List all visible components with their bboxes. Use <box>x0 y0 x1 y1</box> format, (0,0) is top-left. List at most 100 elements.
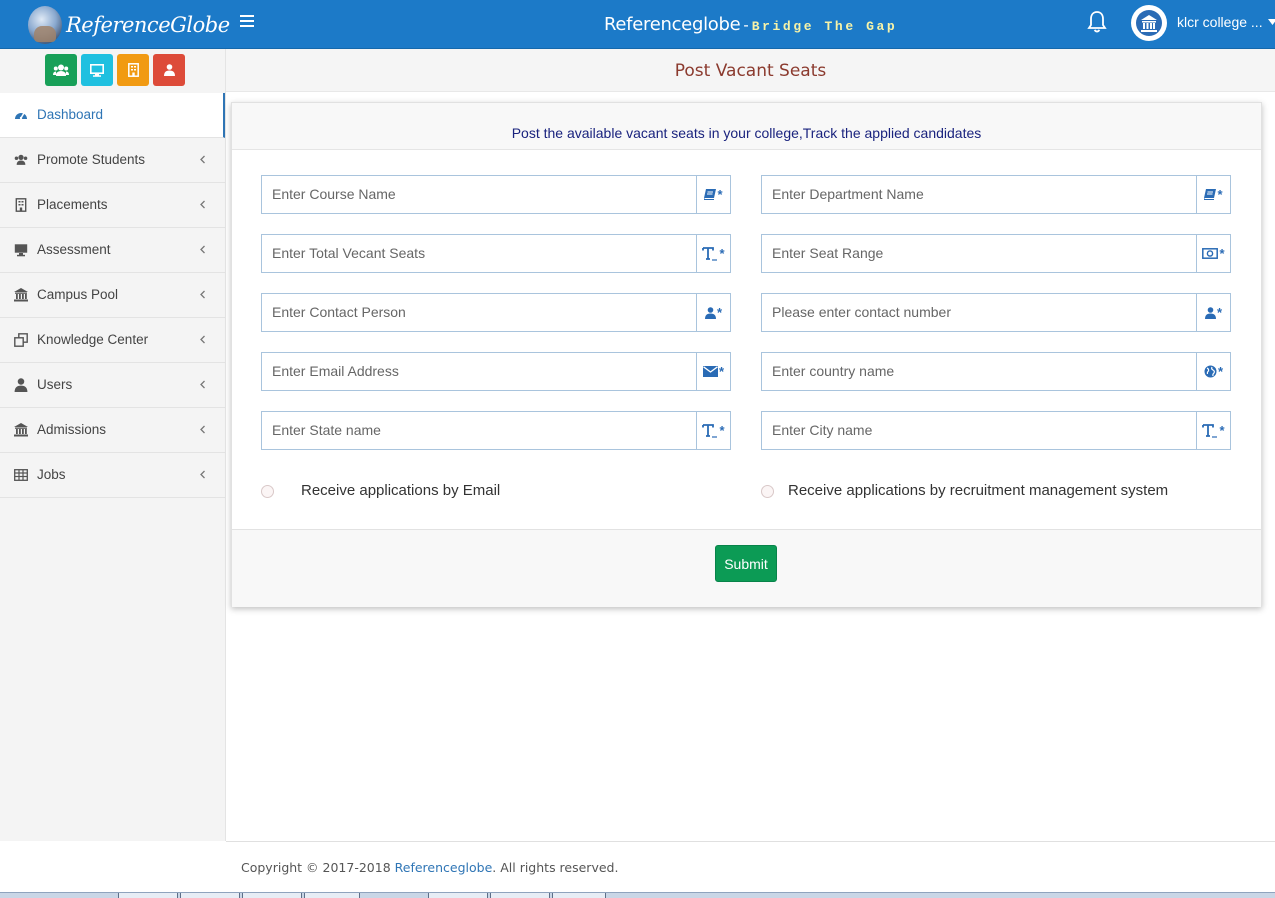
country-name-input[interactable] <box>762 353 1192 388</box>
sidebar-item-label: Assessment <box>37 242 111 257</box>
caret-down-icon <box>1268 19 1275 25</box>
email-address-input[interactable] <box>262 353 692 388</box>
submit-button[interactable]: Submit <box>715 545 777 582</box>
panel-footer: Submit <box>232 529 1261 607</box>
receive-by-email-radio[interactable] <box>261 485 274 498</box>
chevron-left-icon <box>200 380 205 389</box>
sidebar-item-users[interactable]: Users <box>0 363 225 408</box>
os-taskbar <box>0 892 1275 898</box>
quick-action-buttons <box>45 54 185 86</box>
sidebar-item-jobs[interactable]: Jobs <box>0 453 225 498</box>
taskbar-button[interactable] <box>552 893 606 898</box>
sidebar-item-label: Dashboard <box>37 107 104 122</box>
country-addon: * <box>1196 353 1230 390</box>
contact-person-input[interactable] <box>262 294 692 329</box>
taskbar-button[interactable] <box>304 893 360 898</box>
site-tagline: Bridge The Gap <box>751 19 898 34</box>
referenceglobe-link[interactable]: Referenceglobe <box>395 860 493 875</box>
page-footer: Copyright © 2017-2018 Referenceglobe. Al… <box>226 841 1275 894</box>
sidebar-item-admissions[interactable]: Admissions <box>0 408 225 453</box>
state-addon: * <box>696 412 730 449</box>
total-seats-addon: * <box>696 235 730 272</box>
total-vacant-seats-input[interactable] <box>262 235 692 270</box>
department-name-input[interactable] <box>762 176 1192 211</box>
quick-user-button[interactable] <box>153 54 185 86</box>
email-addon: * <box>696 353 730 390</box>
sidebar: Dashboard Promote Students Placements As… <box>0 49 226 841</box>
sidebar-item-assessment[interactable]: Assessment <box>0 228 225 273</box>
notifications-bell-icon[interactable] <box>1087 10 1107 34</box>
user-avatar[interactable] <box>1131 5 1167 41</box>
total-vacant-seats-field: * <box>261 234 731 273</box>
required-marker: * <box>716 305 723 320</box>
contact-number-field: * <box>761 293 1231 332</box>
user-icon <box>163 64 175 76</box>
logo-text: ReferenceGlobe <box>66 13 230 37</box>
taskbar-button[interactable] <box>180 893 240 898</box>
page-header: Post Vacant Seats <box>226 49 1275 92</box>
city-addon: * <box>1196 412 1230 449</box>
state-name-input[interactable] <box>262 412 692 447</box>
globe-logo-icon <box>28 6 62 44</box>
site-title: Referenceglobe <box>604 14 741 35</box>
book-icon <box>704 189 717 200</box>
contact-number-input[interactable] <box>762 294 1192 329</box>
title-separator: - <box>743 17 749 34</box>
state-name-field: * <box>261 411 731 450</box>
envelope-icon <box>702 366 718 377</box>
receive-by-rms-radio[interactable] <box>761 485 774 498</box>
sidebar-item-placements[interactable]: Placements <box>0 183 225 228</box>
building-icon <box>15 198 27 212</box>
brand-logo[interactable]: ReferenceGlobe <box>28 5 230 45</box>
dashboard-icon <box>15 112 27 120</box>
sidebar-item-label: Placements <box>37 197 108 212</box>
table-icon <box>14 469 28 481</box>
chevron-left-icon <box>200 155 205 164</box>
city-name-field: * <box>761 411 1231 450</box>
user-menu-dropdown[interactable]: klcr college ... <box>1177 14 1275 30</box>
clone-icon <box>14 333 28 347</box>
sidebar-item-label: Campus Pool <box>37 287 119 302</box>
taskbar-button[interactable] <box>490 893 550 898</box>
institution-icon <box>14 288 28 302</box>
users-icon <box>53 64 69 76</box>
sidebar-item-dashboard[interactable]: Dashboard <box>0 93 225 138</box>
required-marker: * <box>1216 305 1223 320</box>
desktop-icon <box>14 244 28 257</box>
course-name-input[interactable] <box>262 176 692 211</box>
chevron-left-icon <box>200 335 205 344</box>
taskbar-button[interactable] <box>242 893 302 898</box>
quick-users-button[interactable] <box>45 54 77 86</box>
quick-desktop-button[interactable] <box>81 54 113 86</box>
book-icon <box>1204 189 1217 200</box>
text-height-icon <box>702 423 718 438</box>
sidebar-item-promote-students[interactable]: Promote Students <box>0 138 225 183</box>
course-addon: * <box>696 176 730 213</box>
header-title: Referenceglobe - Bridge The Gap <box>604 14 897 35</box>
city-name-input[interactable] <box>762 412 1192 447</box>
sidebar-item-campus-pool[interactable]: Campus Pool <box>0 273 225 318</box>
seat-range-input[interactable] <box>762 235 1192 270</box>
money-icon <box>1202 248 1219 259</box>
vacant-seats-form-panel: Post the available vacant seats in your … <box>231 102 1262 607</box>
sidebar-item-label: Admissions <box>37 422 107 437</box>
required-marker: * <box>1219 423 1225 438</box>
copyright-prefix: Copyright © 2017-2018 <box>241 860 395 875</box>
menu-toggle-icon[interactable] <box>240 15 254 27</box>
sidebar-menu: Dashboard Promote Students Placements As… <box>0 93 225 498</box>
panel-header: Post the available vacant seats in your … <box>232 103 1261 150</box>
required-marker: * <box>719 246 725 261</box>
email-address-field: * <box>261 352 731 391</box>
users-icon <box>14 154 28 165</box>
top-navbar: ReferenceGlobe Referenceglobe - Bridge The… <box>0 0 1275 49</box>
required-marker: * <box>718 364 725 379</box>
chevron-left-icon <box>200 290 205 299</box>
seat-range-addon: * <box>1196 235 1230 272</box>
required-marker: * <box>1217 364 1224 379</box>
taskbar-button[interactable] <box>428 893 488 898</box>
required-marker: * <box>1217 187 1223 202</box>
sidebar-item-knowledge-center[interactable]: Knowledge Center <box>0 318 225 363</box>
sidebar-item-label: Users <box>37 377 73 392</box>
taskbar-button[interactable] <box>118 893 178 898</box>
quick-building-button[interactable] <box>117 54 149 86</box>
